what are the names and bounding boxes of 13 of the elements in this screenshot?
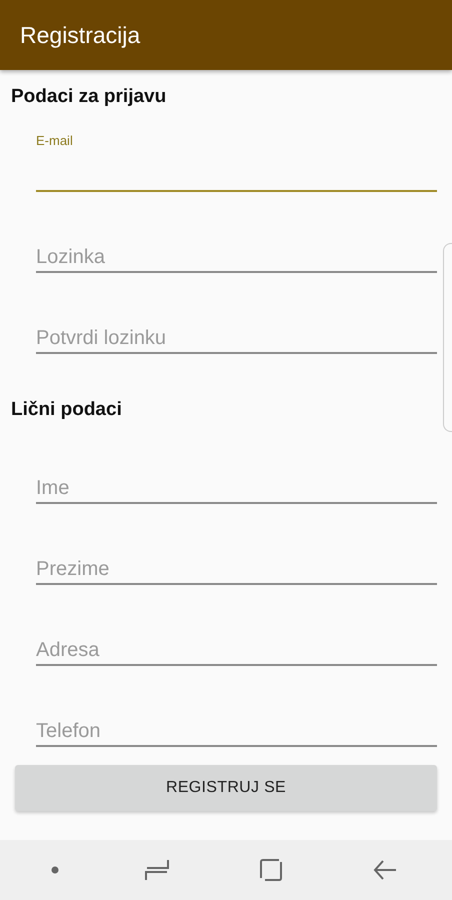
field-label: E-mail	[36, 133, 73, 149]
input-field[interactable]: Potvrdi lozinku	[36, 314, 437, 354]
edge-panel-handle[interactable]	[443, 243, 452, 432]
section-heading: Lični podaci	[11, 398, 123, 422]
input-field[interactable]: Adresa	[36, 626, 437, 666]
dot-icon[interactable]	[51, 866, 59, 874]
input-field[interactable]: Lozinka	[36, 233, 437, 273]
input-field[interactable]: Ime	[36, 464, 437, 504]
input-field[interactable]: Telefon	[36, 707, 437, 747]
input-field[interactable]: Prezime	[36, 545, 437, 585]
section-heading: Podaci za prijavu	[11, 85, 168, 109]
register-button[interactable]: REGISTRUJ SE	[15, 765, 437, 811]
app-title: Registracija	[20, 22, 140, 48]
